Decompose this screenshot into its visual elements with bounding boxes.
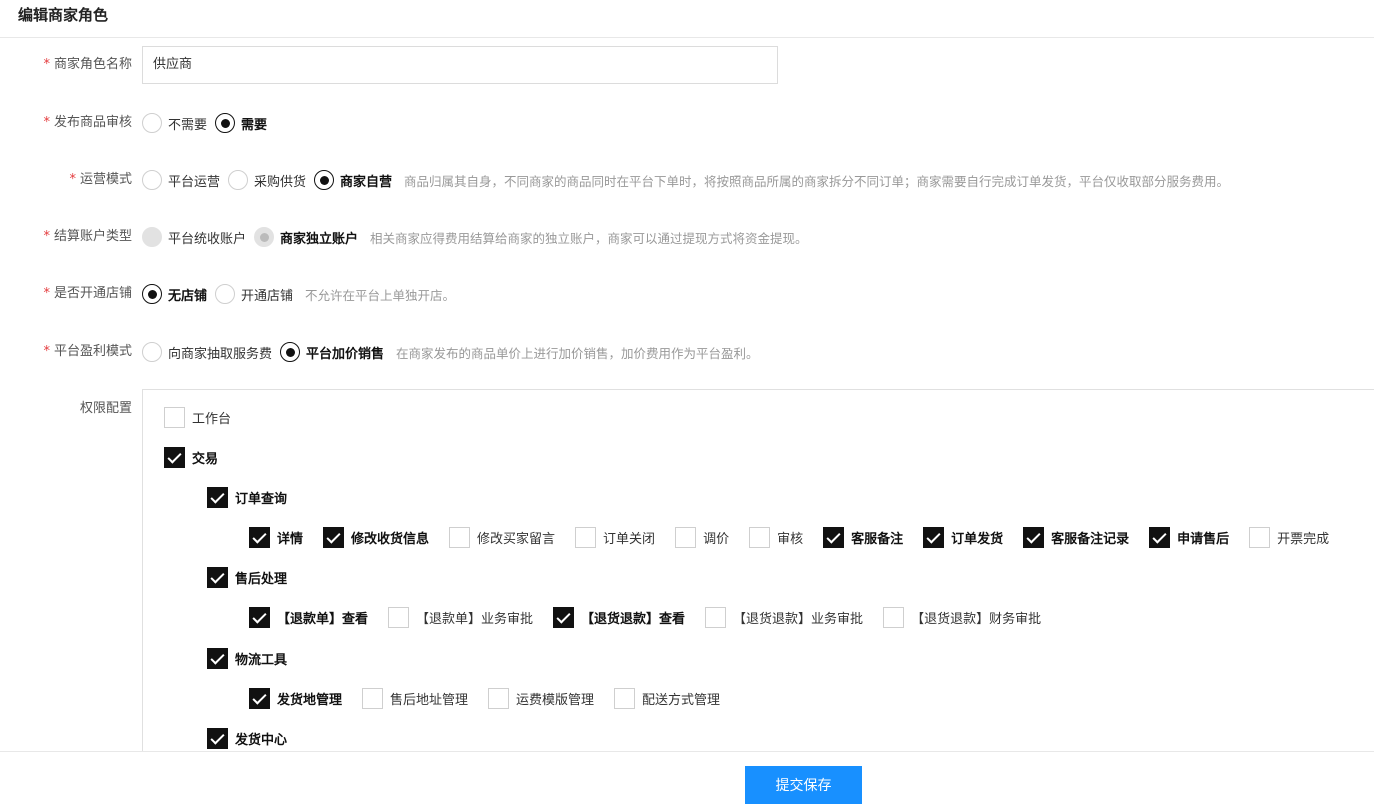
checkbox-return-finance-approval[interactable]: 【退货退款】财务审批 xyxy=(883,606,1041,628)
row-review: * 发布商品审核 不需要 需要 xyxy=(0,103,1374,143)
radio-merchant-account: 商家独立账户 xyxy=(254,227,362,247)
checkbox-trade[interactable]: 交易 xyxy=(164,446,218,468)
row-store: * 是否开通店铺 无店铺 开通店铺 不允许在平台上单独开店。 xyxy=(0,274,1374,314)
role-name-input[interactable]: 供应商 xyxy=(142,46,778,84)
field-label: * 发布商品审核 xyxy=(43,115,132,130)
footer-bar: 提交保存 xyxy=(0,751,1374,808)
radio-platform-operation[interactable]: 平台运营 xyxy=(142,170,224,190)
checkbox-order-query[interactable]: 订单查询 xyxy=(207,486,287,508)
radio-review-yes[interactable]: 需要 xyxy=(215,113,271,133)
checkbox-ship-order[interactable]: 订单发货 xyxy=(923,526,1003,548)
checkbox-cs-note[interactable]: 客服备注 xyxy=(823,526,903,548)
permissions-panel: 工作台 交易 订单查询 详情 修改收货信息 修改买家留言 订单关闭 调价 审核 … xyxy=(142,389,1374,759)
permissions-label: 权限配置 xyxy=(79,401,132,416)
operation-hint: 商品归属其自身，不同商家的商品同时在平台下单时，将按照商品所属的商家拆分不同订单… xyxy=(404,173,1230,189)
submit-save-button[interactable]: 提交保存 xyxy=(745,766,862,804)
checkbox-edit-buyer-message[interactable]: 修改买家留言 xyxy=(449,526,555,548)
checkbox-refund-business-approval[interactable]: 【退款单】业务审批 xyxy=(388,606,533,628)
checkbox-logistics[interactable]: 物流工具 xyxy=(207,647,287,669)
radio-purchase-supply[interactable]: 采购供货 xyxy=(228,170,310,190)
checkbox-order-detail[interactable]: 详情 xyxy=(249,526,303,548)
page-header: 编辑商家角色 xyxy=(0,0,1374,38)
radio-self-operated[interactable]: 商家自营 xyxy=(314,170,396,190)
row-operation-mode: * 运营模式 平台运营 采购供货 商家自营 商品归属其自身，不同商家的商品同时在平… xyxy=(0,160,1374,200)
checkbox-audit[interactable]: 审核 xyxy=(749,526,803,548)
store-hint: 不允许在平台上单独开店。 xyxy=(305,287,456,303)
checkbox-shipping-center[interactable]: 发货中心 xyxy=(207,727,287,749)
checkbox-return-address[interactable]: 售后地址管理 xyxy=(362,687,468,709)
checkbox-adjust-price[interactable]: 调价 xyxy=(675,526,729,548)
field-label: * 商家角色名称 xyxy=(43,57,132,72)
field-label: * 是否开通店铺 xyxy=(43,286,132,301)
checkbox-cs-note-log[interactable]: 客服备注记录 xyxy=(1023,526,1129,548)
radio-open-store[interactable]: 开通店铺 xyxy=(215,284,297,304)
checkbox-refund-view[interactable]: 【退款单】查看 xyxy=(249,606,368,628)
checkbox-workbench[interactable]: 工作台 xyxy=(164,406,231,428)
checkbox-after-sales[interactable]: 售后处理 xyxy=(207,566,287,588)
checkbox-delivery-method[interactable]: 配送方式管理 xyxy=(614,687,720,709)
checkbox-freight-template[interactable]: 运费模版管理 xyxy=(488,687,594,709)
radio-no-store[interactable]: 无店铺 xyxy=(142,284,211,304)
checkbox-apply-after-sales[interactable]: 申请售后 xyxy=(1149,526,1229,548)
radio-review-no[interactable]: 不需要 xyxy=(142,113,211,133)
checkbox-close-order[interactable]: 订单关闭 xyxy=(575,526,655,548)
checkbox-shipping-address[interactable]: 发货地管理 xyxy=(249,687,342,709)
row-role-name: * 商家角色名称 供应商 xyxy=(0,45,1374,85)
checkbox-edit-shipping-info[interactable]: 修改收货信息 xyxy=(323,526,429,548)
checkbox-return-business-approval[interactable]: 【退货退款】业务审批 xyxy=(705,606,863,628)
radio-service-fee[interactable]: 向商家抽取服务费 xyxy=(142,342,276,362)
page-title: 编辑商家角色 xyxy=(18,6,109,24)
checkbox-return-view[interactable]: 【退货退款】查看 xyxy=(553,606,685,628)
field-label: * 运营模式 xyxy=(69,172,132,187)
profit-hint: 在商家发布的商品单价上进行加价销售，加价费用作为平台盈利。 xyxy=(396,345,759,361)
checkbox-invoice-done[interactable]: 开票完成 xyxy=(1249,526,1329,548)
field-label: * 平台盈利模式 xyxy=(43,344,132,359)
radio-platform-account: 平台统收账户 xyxy=(142,227,250,247)
field-label: * 结算账户类型 xyxy=(43,229,132,244)
settlement-hint: 相关商家应得费用结算给商家的独立账户，商家可以通过提现方式将资金提现。 xyxy=(370,230,808,246)
row-settlement: * 结算账户类型 平台统收账户 商家独立账户 相关商家应得费用结算给商家的独立账户… xyxy=(0,217,1374,257)
radio-markup-sale[interactable]: 平台加价销售 xyxy=(280,342,388,362)
row-profit-mode: * 平台盈利模式 向商家抽取服务费 平台加价销售 在商家发布的商品单价上进行加价销… xyxy=(0,332,1374,372)
